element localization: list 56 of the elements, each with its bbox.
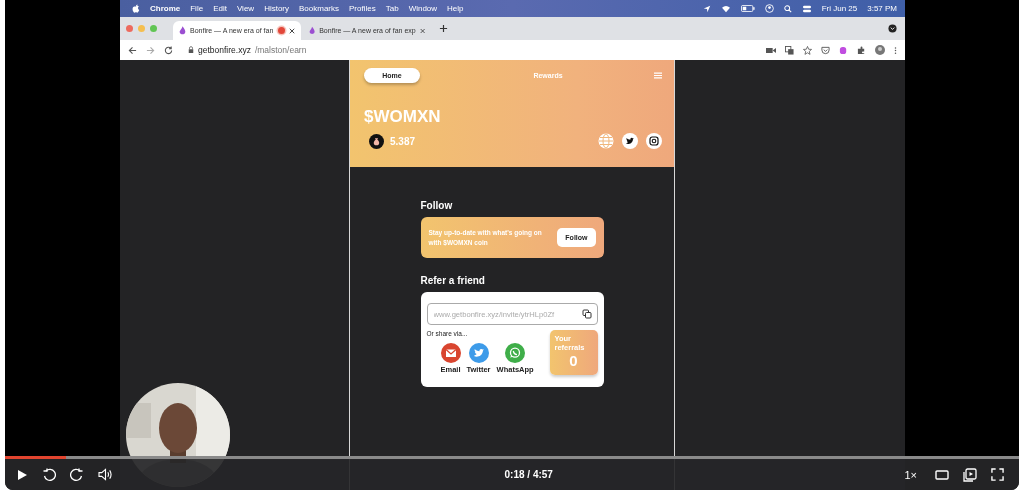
copy-icon[interactable] [581,309,592,319]
menu-item[interactable]: Chrome [150,4,181,13]
apple-icon[interactable] [132,3,140,14]
balance: 5.387 [390,135,416,147]
menu-bar-clock[interactable]: 3:57 PM [867,4,897,13]
reload-icon[interactable] [164,45,173,55]
profile-avatar-icon[interactable] [875,45,885,55]
menu-item[interactable]: History [264,4,289,13]
menu-bar-date[interactable]: Fri Jun 25 [821,4,858,13]
menu-item[interactable]: Edit [213,4,227,13]
instagram-icon[interactable] [646,133,662,149]
camera-icon[interactable] [766,46,776,54]
new-tab-icon[interactable] [439,24,448,33]
menu-item[interactable]: Window [408,4,438,13]
play-icon[interactable] [16,468,28,481]
menu-item[interactable]: Tab [385,4,399,13]
close-icon[interactable] [289,27,295,34]
twitter-icon[interactable] [622,133,638,149]
translate-icon[interactable] [785,45,794,55]
fullscreen-icon[interactable] [991,468,1004,481]
menu-item[interactable]: File [190,4,204,13]
star-icon[interactable] [803,45,812,55]
menu-item[interactable]: Bookmarks [299,4,340,13]
money-bag-icon [369,133,384,149]
extension-icon[interactable] [839,45,848,55]
close-icon[interactable] [419,27,425,34]
volume-icon[interactable] [98,468,113,481]
lock-icon [188,46,194,54]
tab-search-icon[interactable] [888,24,897,33]
mail-icon [440,343,461,363]
coin-title: $WOMXN [364,107,442,127]
search-icon[interactable] [783,4,792,13]
playback-time: 0:18 / 4:57 [504,469,553,480]
picture-in-picture-icon[interactable] [963,467,977,482]
fast-forward-icon[interactable] [70,467,84,482]
section-heading: Follow [420,200,454,211]
pocket-icon[interactable] [821,45,830,55]
menu-item[interactable]: Profiles [349,4,376,13]
bird-icon [468,343,489,363]
section-heading: Refer a friend [420,275,486,286]
progress-track[interactable] [5,456,1019,459]
puzzle-icon[interactable] [857,45,866,55]
menu-item[interactable]: View [236,4,255,13]
more-icon[interactable] [894,45,897,55]
control-center-icon[interactable] [801,4,812,13]
rewind-icon[interactable] [42,467,56,482]
battery-icon[interactable] [740,5,755,12]
location-icon[interactable] [702,4,711,13]
menu-item[interactable]: Help [447,4,464,13]
speed-button[interactable]: 1× [904,468,917,481]
user-icon[interactable] [764,4,774,13]
chat-phone-icon [505,343,526,363]
back-icon[interactable] [128,45,137,55]
wifi-icon[interactable] [720,4,731,13]
theater-mode-icon[interactable] [935,468,949,481]
referrals-count: 0 [568,353,579,368]
